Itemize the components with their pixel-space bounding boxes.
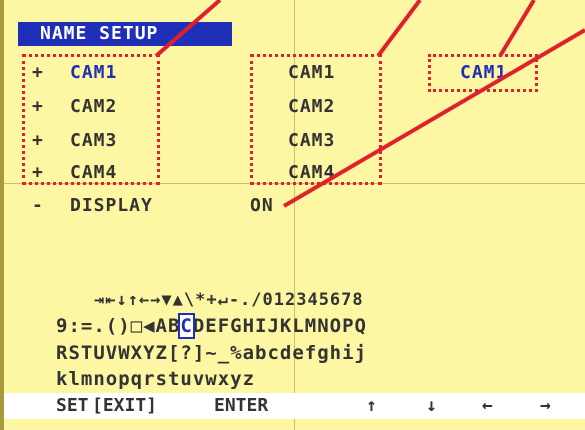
annotation-line-4 bbox=[282, 28, 585, 208]
annotation-lines bbox=[154, 0, 585, 208]
annotation-line-1 bbox=[154, 0, 222, 58]
annotation-line-3 bbox=[498, 0, 536, 58]
annotation-line-2 bbox=[376, 0, 422, 58]
